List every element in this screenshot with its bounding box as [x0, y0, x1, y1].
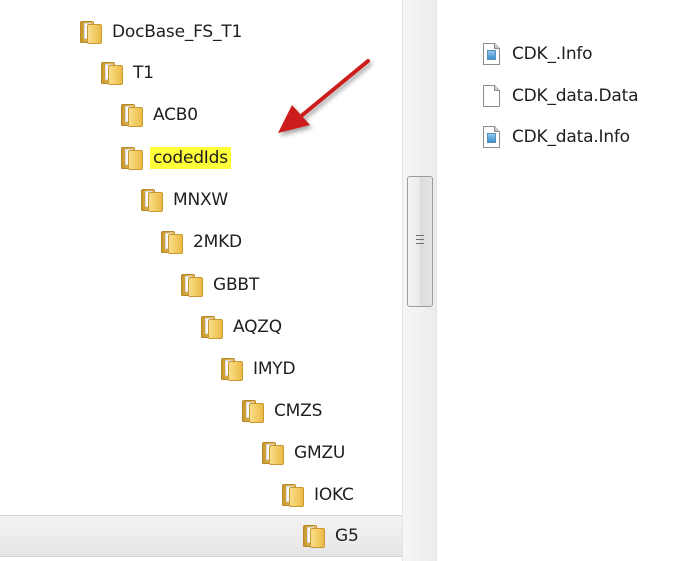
file-item-cdk-data-info[interactable]: CDK_data.Info	[483, 123, 630, 151]
tree-item-label: CMZS	[274, 401, 323, 421]
tree-item-mnxw[interactable]: MNXW	[141, 185, 231, 215]
tree-item-gbbt[interactable]: GBBT	[181, 270, 262, 300]
tree-item-g5-selected[interactable]: G5	[0, 515, 402, 557]
file-item-label: CDK_.Info	[512, 44, 593, 64]
blank-file-icon	[483, 85, 500, 107]
tree-item-docbase-fs-t1[interactable]: DocBase_FS_T1	[80, 17, 245, 47]
file-item-label: CDK_data.Info	[512, 127, 630, 147]
file-item-cdk-data-data[interactable]: CDK_data.Data	[483, 82, 638, 110]
tree-item-2mkd[interactable]: 2MKD	[161, 227, 245, 257]
folder-icon	[282, 483, 304, 507]
tree-item-imyd[interactable]: IMYD	[221, 354, 298, 384]
scrollbar-thumb[interactable]	[407, 176, 433, 307]
tree-item-label: 2MKD	[193, 232, 242, 252]
info-file-icon	[483, 126, 500, 148]
info-file-icon	[483, 43, 500, 65]
vertical-scrollbar[interactable]	[402, 0, 437, 561]
tree-item-t1[interactable]: T1	[101, 58, 157, 88]
folder-icon	[221, 357, 243, 381]
tree-item-cmzs[interactable]: CMZS	[242, 396, 325, 426]
tree-item-codedids[interactable]: codedIds	[121, 143, 231, 173]
explorer-window: DocBase_FS_T1 T1 ACB0 codedIds MNXW 2MKD…	[0, 0, 689, 561]
folder-icon	[121, 103, 143, 127]
tree-item-label: GMZU	[294, 443, 346, 463]
tree-item-label-highlighted: codedIds	[150, 147, 231, 169]
tree-item-label: IOKC	[314, 485, 354, 505]
tree-item-label: MNXW	[173, 190, 229, 210]
tree-item-gmzu[interactable]: GMZU	[262, 438, 348, 468]
folder-icon	[80, 20, 102, 44]
file-item-cdk-info[interactable]: CDK_.Info	[483, 40, 593, 68]
tree-item-aqzq[interactable]: AQZQ	[201, 312, 285, 342]
tree-item-label: T1	[133, 63, 154, 83]
tree-item-label: G5	[335, 526, 359, 546]
folder-icon	[161, 230, 183, 254]
red-arrow-annotation	[278, 59, 370, 133]
tree-item-label: DocBase_FS_T1	[112, 22, 243, 42]
tree-item-acb0[interactable]: ACB0	[121, 100, 201, 130]
folder-icon	[101, 61, 123, 85]
tree-item-label: IMYD	[253, 359, 296, 379]
file-list-pane[interactable]: CDK_.Info CDK_data.Data CDK_data.Info	[437, 0, 689, 561]
folder-icon	[303, 524, 325, 548]
tree-item-label: GBBT	[213, 275, 260, 295]
folder-tree-pane[interactable]: DocBase_FS_T1 T1 ACB0 codedIds MNXW 2MKD…	[0, 0, 402, 561]
folder-icon	[121, 146, 143, 170]
tree-item-label: AQZQ	[233, 317, 282, 337]
folder-icon	[141, 188, 163, 212]
file-item-label: CDK_data.Data	[512, 86, 639, 106]
folder-icon	[181, 273, 203, 297]
folder-icon	[262, 441, 284, 465]
scrollbar-grip-icon	[416, 235, 424, 247]
tree-item-label: ACB0	[153, 105, 198, 125]
folder-icon	[242, 399, 264, 423]
tree-item-iokc[interactable]: IOKC	[282, 480, 357, 510]
folder-icon	[201, 315, 223, 339]
